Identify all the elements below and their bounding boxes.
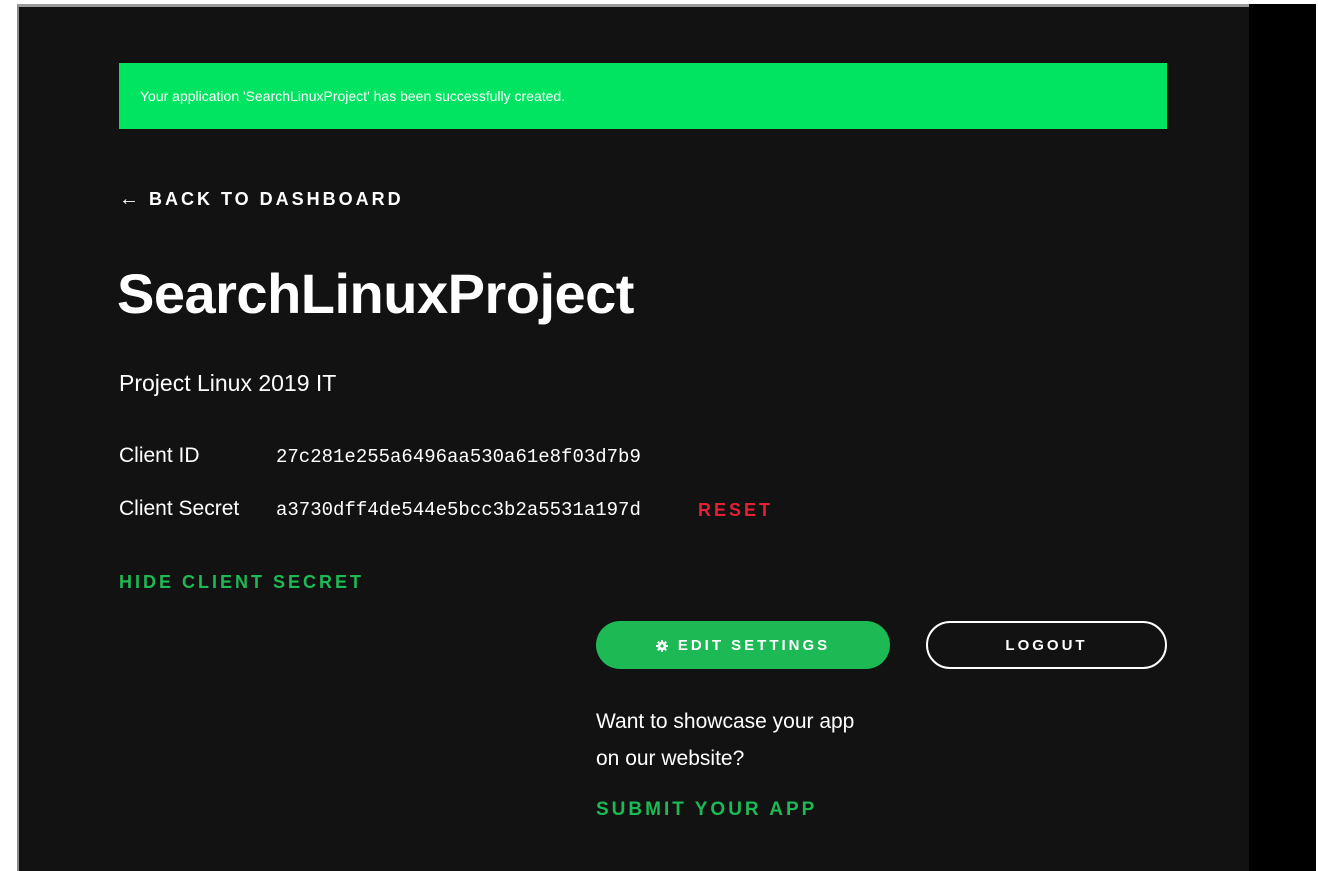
success-alert: Your application 'SearchLinuxProject' ha… [119,63,1167,129]
page-title: SearchLinuxProject [117,262,634,325]
back-to-dashboard-link[interactable]: ← BACK TO DASHBOARD [119,188,404,211]
screenshot-frame: Your application 'SearchLinuxProject' ha… [0,0,1318,871]
back-to-dashboard-label: BACK TO DASHBOARD [149,189,404,209]
arrow-left-icon: ← [119,188,139,210]
gear-icon [655,639,668,652]
reset-secret-button[interactable]: RESET [698,500,773,521]
app-description: Project Linux 2019 IT [119,370,337,396]
client-id-value: 27c281e255a6496aa530a61e8f03d7b9 [276,446,641,468]
logout-button[interactable]: LOGOUT [926,621,1167,669]
logout-label: LOGOUT [1005,636,1088,654]
client-secret-label: Client Secret [119,497,240,520]
client-secret-value: a3730dff4de544e5bcc3b2a5531a197d [276,499,641,521]
right-edge-strip [1249,4,1316,871]
hide-client-secret-button[interactable]: HIDE CLIENT SECRET [119,572,364,593]
showcase-prompt: Want to showcase your app on our website… [596,710,855,770]
success-alert-message: Your application 'SearchLinuxProject' ha… [140,88,566,104]
edit-settings-label: EDIT SETTINGS [677,636,831,654]
submit-your-app-link[interactable]: SUBMIT YOUR APP [596,799,817,821]
edit-settings-button[interactable]: EDIT SETTINGS [596,621,890,669]
client-id-label: Client ID [119,444,200,467]
